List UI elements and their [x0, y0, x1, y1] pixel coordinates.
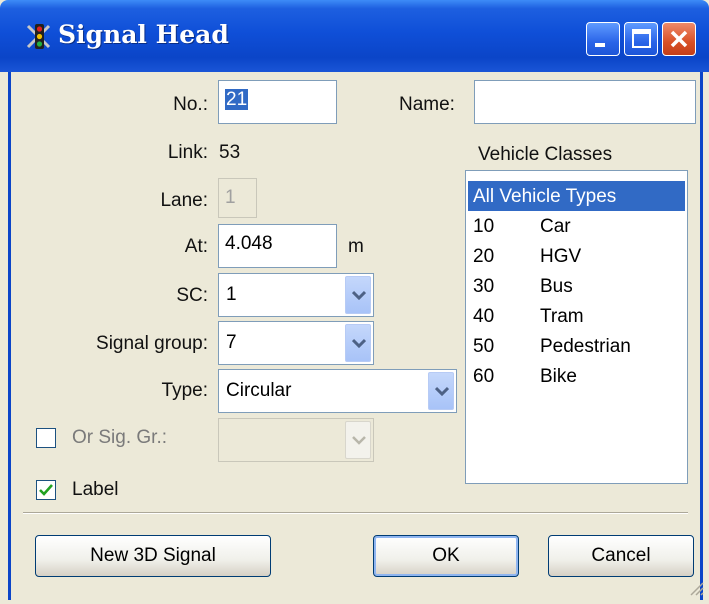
- name-input[interactable]: [474, 80, 696, 124]
- lane-label: Lane:: [160, 190, 208, 211]
- no-label: No.:: [173, 94, 208, 115]
- list-item-name: Bus: [540, 276, 573, 297]
- ok-button[interactable]: OK: [373, 535, 519, 577]
- link-label: Link:: [167, 142, 208, 163]
- window-title: Signal Head: [58, 20, 229, 49]
- name-label: Name:: [399, 94, 455, 115]
- or-sig-gr-select: [218, 418, 374, 462]
- or-sig-gr-checkbox[interactable]: [36, 428, 56, 448]
- maximize-button[interactable]: [624, 22, 658, 56]
- signal-group-select[interactable]: 7: [218, 321, 374, 365]
- sc-dropdown-button[interactable]: [345, 276, 371, 314]
- at-unit: m: [348, 236, 364, 257]
- type-label: Type:: [161, 380, 208, 401]
- sc-select[interactable]: 1: [218, 273, 374, 317]
- signal-group-label: Signal group:: [96, 333, 208, 354]
- sc-select-value: 1: [226, 284, 237, 305]
- close-icon: [670, 30, 688, 48]
- list-item-name: Car: [540, 216, 571, 237]
- sc-label: SC:: [176, 285, 208, 306]
- at-input[interactable]: 4.048: [218, 224, 337, 268]
- cancel-button[interactable]: Cancel: [548, 535, 694, 577]
- lane-input: 1: [218, 178, 257, 218]
- list-item-name: Bike: [540, 366, 577, 387]
- checkmark-icon: [39, 484, 53, 496]
- list-item-name: Tram: [540, 306, 584, 327]
- resize-grip-icon[interactable]: [687, 579, 705, 602]
- at-label: At:: [184, 236, 208, 257]
- new-3d-signal-button[interactable]: New 3D Signal: [35, 535, 271, 577]
- list-item-tram[interactable]: 40 Tram: [468, 301, 685, 331]
- chevron-down-icon: [352, 338, 366, 348]
- list-item-code: 10: [473, 216, 495, 237]
- label-checkbox-label: Label: [72, 479, 119, 500]
- list-item-code: 50: [473, 336, 495, 357]
- separator: [23, 512, 688, 514]
- minimize-icon: [595, 43, 605, 47]
- list-item-code: 30: [473, 276, 495, 297]
- list-item-code: 40: [473, 306, 495, 327]
- label-checkbox[interactable]: [36, 480, 56, 500]
- list-item-code: 20: [473, 246, 495, 267]
- list-item-name: Pedestrian: [540, 336, 631, 357]
- vehicle-classes-list[interactable]: All Vehicle Types 10 Car 20 HGV 30 Bus 4…: [465, 170, 688, 484]
- chevron-down-icon: [352, 436, 366, 445]
- list-item-pedestrian[interactable]: 50 Pedestrian: [468, 331, 685, 361]
- type-select-value: Circular: [226, 380, 292, 401]
- type-select[interactable]: Circular: [218, 369, 457, 413]
- list-item-name: HGV: [540, 246, 582, 267]
- no-input-value: 21: [225, 89, 249, 110]
- type-dropdown-button[interactable]: [428, 372, 454, 410]
- title-bar[interactable]: Signal Head: [0, 0, 709, 72]
- list-item-code: 60: [473, 366, 495, 387]
- list-item-code: All Vehicle Types: [473, 186, 617, 207]
- minimize-button[interactable]: [586, 22, 620, 56]
- maximize-icon: [632, 29, 651, 48]
- chevron-down-icon: [435, 386, 449, 396]
- signal-head-dialog: Signal Head No.: 21 Name: Link: 53 Vehic…: [0, 0, 709, 604]
- signal-group-select-value: 7: [226, 332, 237, 353]
- list-item-bus[interactable]: 30 Bus: [468, 271, 685, 301]
- no-input[interactable]: 21: [218, 80, 337, 124]
- list-item-hgv[interactable]: 20 HGV: [468, 241, 685, 271]
- link-value: 53: [219, 142, 241, 163]
- chevron-down-icon: [352, 290, 366, 300]
- list-item-all-vehicle-types[interactable]: All Vehicle Types: [468, 181, 685, 211]
- close-button[interactable]: [662, 22, 696, 56]
- or-sig-gr-dropdown-button: [345, 421, 371, 459]
- vehicle-classes-label: Vehicle Classes: [478, 144, 613, 165]
- traffic-light-icon: [25, 23, 53, 51]
- signal-group-dropdown-button[interactable]: [345, 324, 371, 362]
- list-item-bike[interactable]: 60 Bike: [468, 361, 685, 391]
- list-item-car[interactable]: 10 Car: [468, 211, 685, 241]
- or-sig-gr-label: Or Sig. Gr.:: [72, 427, 168, 448]
